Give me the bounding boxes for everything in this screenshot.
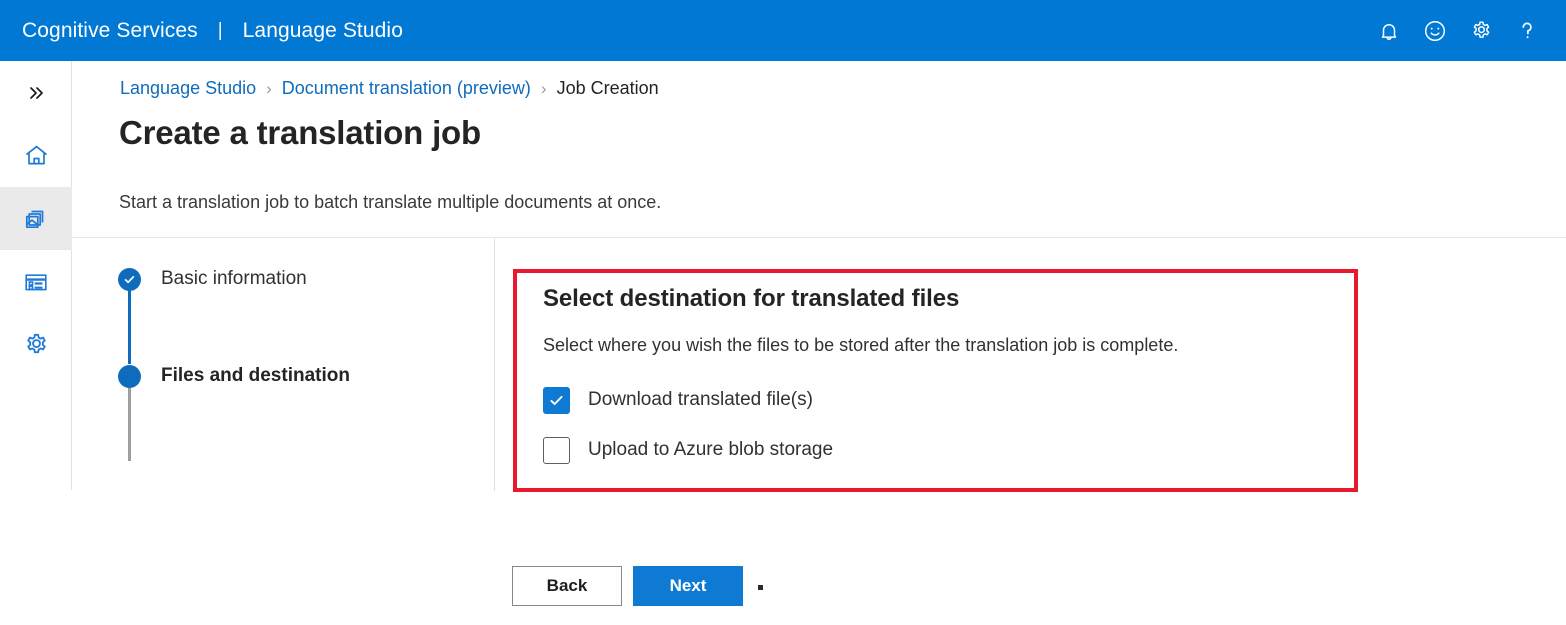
- checkbox-download-translated-files[interactable]: [543, 387, 570, 414]
- gear-icon: [1469, 18, 1494, 43]
- notifications-button[interactable]: [1366, 8, 1412, 54]
- header-actions: [1366, 0, 1566, 61]
- step-label-basic-information: Basic information: [161, 268, 307, 290]
- double-chevron-right-icon: [24, 81, 48, 105]
- destination-options: Download translated file(s) Upload to Az…: [543, 381, 1344, 469]
- wizard-footer: Back Next: [512, 566, 763, 606]
- breadcrumb-item-document-translation[interactable]: Document translation (preview): [282, 78, 531, 99]
- sidebar-item-home[interactable]: [0, 124, 72, 187]
- feedback-button[interactable]: [1412, 8, 1458, 54]
- brand-separator: |: [218, 20, 223, 42]
- chevron-right-icon: ›: [266, 80, 272, 97]
- documents-icon: [21, 204, 51, 234]
- brand-secondary-label: Language Studio: [243, 19, 403, 43]
- brand-primary-label: Cognitive Services: [22, 19, 198, 43]
- cursor-artifact: [758, 585, 763, 590]
- panel-heading: Select destination for translated files: [543, 285, 1344, 313]
- checkmark-icon: [123, 273, 136, 286]
- sidebar-item-document-translation[interactable]: [0, 187, 72, 250]
- destination-panel-highlight: Select destination for translated files …: [513, 269, 1358, 492]
- checkbox-label-download-translated-files: Download translated file(s): [588, 389, 813, 411]
- checkmark-icon: [548, 392, 565, 409]
- checkbox-upload-to-azure-blob-storage[interactable]: [543, 437, 570, 464]
- question-mark-icon: [1514, 18, 1540, 44]
- step-label-files-and-destination: Files and destination: [161, 365, 350, 387]
- home-icon: [22, 141, 51, 170]
- checkbox-row-download-translated-files[interactable]: Download translated file(s): [543, 381, 1344, 419]
- stepper-divider: [494, 238, 495, 491]
- checkbox-label-upload-to-azure-blob-storage: Upload to Azure blob storage: [588, 439, 833, 461]
- back-button[interactable]: Back: [512, 566, 622, 606]
- smiley-icon: [1422, 18, 1448, 44]
- left-nav-rail: [0, 61, 72, 490]
- page-title: Create a translation job: [119, 114, 481, 152]
- main-content: Language Studio › Document translation (…: [72, 61, 1566, 625]
- sidebar-item-jobs[interactable]: [0, 250, 72, 313]
- sidebar-item-expand-nav[interactable]: [0, 61, 72, 124]
- app-header: Cognitive Services | Language Studio: [0, 0, 1566, 61]
- step-files-and-destination[interactable]: Files and destination: [118, 364, 458, 388]
- gear-icon: [22, 330, 51, 359]
- brand: Cognitive Services | Language Studio: [0, 0, 403, 61]
- next-button[interactable]: Next: [633, 566, 743, 606]
- step-connector-pending: [128, 388, 131, 461]
- step-basic-information[interactable]: Basic information: [118, 267, 458, 291]
- checkbox-row-upload-to-azure-blob-storage[interactable]: Upload to Azure blob storage: [543, 431, 1344, 469]
- breadcrumb: Language Studio › Document translation (…: [120, 78, 659, 99]
- help-button[interactable]: [1504, 8, 1550, 54]
- step-connector-completed: [128, 291, 131, 364]
- page-subtitle: Start a translation job to batch transla…: [119, 192, 661, 213]
- settings-button[interactable]: [1458, 8, 1504, 54]
- step-completed-marker[interactable]: [118, 268, 141, 291]
- header-divider: [72, 237, 1566, 238]
- bell-icon: [1377, 19, 1401, 43]
- chevron-right-icon: ›: [541, 80, 547, 97]
- destination-panel: Select destination for translated files …: [543, 285, 1344, 469]
- breadcrumb-item-language-studio[interactable]: Language Studio: [120, 78, 256, 99]
- sidebar-item-settings[interactable]: [0, 313, 72, 376]
- wizard-stepper: Basic information Files and destination: [118, 267, 458, 461]
- breadcrumb-item-job-creation: Job Creation: [557, 78, 659, 99]
- panel-description: Select where you wish the files to be st…: [543, 335, 1344, 356]
- form-list-icon: [21, 267, 51, 297]
- step-current-marker[interactable]: [118, 365, 141, 388]
